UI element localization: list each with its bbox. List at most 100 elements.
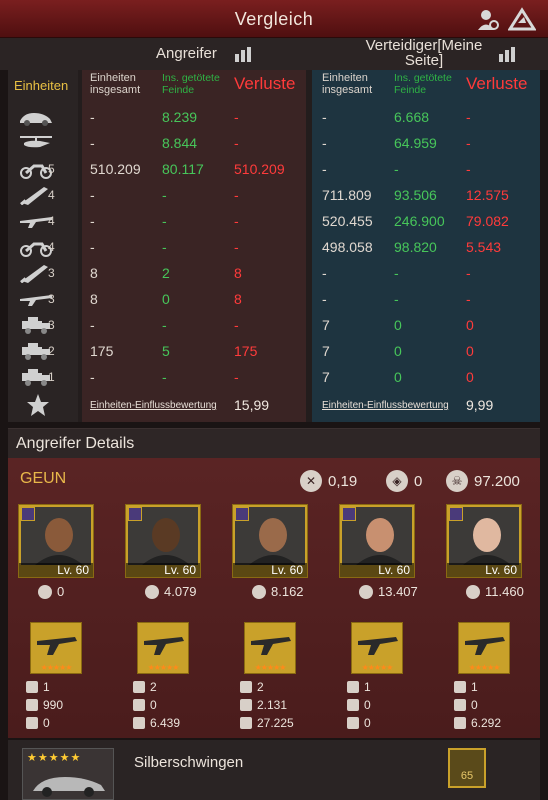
att-cell: 2	[162, 265, 170, 281]
weapon-stat: 0	[454, 698, 478, 712]
weapon-stat: 1	[26, 680, 50, 694]
weapon-stat: 2	[133, 680, 157, 694]
unit-tier: 1	[48, 370, 55, 384]
def-cell: 98.820	[394, 239, 437, 255]
att-cell: -	[234, 239, 239, 255]
table-row: - - 8.844 64.959 - -	[8, 130, 540, 156]
hero-card[interactable]: Lv. 60	[446, 504, 522, 578]
weapon-card[interactable]: ★★★★★	[351, 622, 403, 674]
weapon-stat: 1	[454, 680, 478, 694]
player-name: GEUN	[20, 470, 67, 487]
weapon-card[interactable]: ★★★★★	[137, 622, 189, 674]
weapon-stars: ★★★★★	[468, 663, 501, 672]
def-cell: 498.058	[322, 239, 373, 255]
table-row: 3 8 - 0 - 8 -	[8, 286, 540, 312]
bar-chart-icon[interactable]	[234, 46, 252, 67]
unit-tier: 5	[48, 162, 55, 176]
att-cell: 510.209	[90, 161, 141, 177]
att-score-label[interactable]: Einheiten-Einflussbewertung	[90, 400, 217, 411]
def-score-label[interactable]: Einheiten-Einflussbewertung	[322, 400, 449, 411]
def-losses-header: Verluste	[466, 74, 528, 93]
def-cell: 7	[322, 343, 330, 359]
def-cell: -	[322, 291, 327, 307]
shield-icon	[26, 717, 38, 729]
def-cell: -	[466, 161, 471, 177]
hero-power: 8.162	[252, 584, 304, 599]
weapon-card[interactable]: ★★★★★	[458, 622, 510, 674]
att-cell: 8.239	[162, 109, 198, 125]
att-cell: 8	[90, 265, 98, 281]
att-cell: 5	[162, 343, 170, 359]
weapon-stat-icon: ✕	[300, 470, 322, 492]
att-cell: 175	[90, 343, 114, 359]
units-header: Einheiten	[14, 78, 69, 93]
att-cell: 80.117	[162, 161, 204, 177]
power-icon	[359, 584, 373, 599]
att-cell: -	[90, 109, 95, 125]
power-icon	[38, 584, 52, 599]
weapon-stat: 6.439	[133, 716, 180, 730]
weapon-stat: 0	[133, 698, 157, 712]
def-cell: 0	[394, 343, 402, 359]
share-icon[interactable]	[508, 6, 536, 34]
vehicle-card[interactable]: ★★★★★	[22, 748, 114, 800]
def-killed-header: Ins. getötete Feinde	[394, 72, 452, 96]
hero-card[interactable]: Lv. 60	[125, 504, 201, 578]
def-cell: -	[394, 265, 399, 281]
grenade-stat-icon: ◈	[386, 470, 408, 492]
weapon-stat: 6.292	[454, 716, 501, 730]
att-cell: -	[90, 135, 95, 151]
stat-3: ☠ 97.200	[446, 470, 520, 492]
bar-chart-icon[interactable]	[498, 46, 516, 67]
defender-label: Verteidiger[Meine Seite]	[365, 37, 483, 69]
hero-card[interactable]: Lv. 60	[339, 504, 415, 578]
att-score-value: 15,99	[234, 397, 270, 413]
attacker-details: GEUN ✕ 0,19 ◈ 0 ☠ 97.200 Lv. 60 0 ★★★★★ 1 990 0 L…	[8, 458, 540, 738]
unit-tier: 3	[48, 318, 55, 332]
star-icon	[26, 393, 50, 422]
crosshair-icon	[454, 699, 466, 711]
weapon-stat: 2	[240, 680, 264, 694]
att-cell: 8.844	[162, 135, 198, 151]
att-cell: -	[90, 213, 95, 229]
att-cell: -	[90, 317, 95, 333]
unit-tier: 3	[48, 266, 55, 280]
att-cell: -	[162, 187, 167, 203]
att-cell: -	[234, 369, 239, 385]
att-cell: -	[162, 317, 167, 333]
unit-tier: 4	[48, 188, 55, 202]
att-cell: -	[162, 213, 167, 229]
table-row: 4 - 520.455 - 246.900 - 79.082	[8, 208, 540, 234]
hero-card[interactable]: Lv. 60	[232, 504, 308, 578]
weapon-stars: ★★★★★	[361, 663, 394, 672]
def-cell: 0	[466, 317, 474, 333]
pistol-icon	[347, 681, 359, 693]
crosshair-icon	[347, 699, 359, 711]
stat-2: ◈ 0	[386, 470, 422, 492]
att-losses-header: Verluste	[234, 74, 296, 93]
rank-badge-icon	[342, 507, 356, 521]
score-row: Einheiten-Einflussbewertung 15,99 Einhei…	[8, 388, 540, 422]
hero-level: Lv. 60	[340, 563, 414, 577]
def-cell: -	[466, 135, 471, 151]
weapon-card[interactable]: ★★★★★	[244, 622, 296, 674]
weapon-stars: ★★★★★	[40, 663, 73, 672]
unit-tier: 3	[48, 292, 55, 306]
hero-power: 0	[38, 584, 64, 599]
hero-card[interactable]: Lv. 60	[18, 504, 94, 578]
def-cell: 246.900	[394, 213, 445, 229]
rank-badge-icon	[128, 507, 142, 521]
weapon-card[interactable]: ★★★★★	[30, 622, 82, 674]
att-cell: -	[234, 317, 239, 333]
vehicle-stars: ★★★★★	[27, 752, 82, 764]
player-search-icon[interactable]	[474, 6, 502, 34]
vehicle-row[interactable]: ★★★★★ Silberschwingen 65	[8, 740, 540, 800]
att-killed-header: Ins. getötete Feinde	[162, 72, 220, 96]
hero-power: 4.079	[145, 584, 197, 599]
weapon-stat: 27.225	[240, 716, 294, 730]
pistol-icon	[240, 681, 252, 693]
def-cell: 5.543	[466, 239, 502, 255]
table-row: - - 8.239 6.668 - -	[8, 104, 540, 130]
att-cell: -	[234, 135, 239, 151]
weapon-stat: 0	[347, 698, 371, 712]
